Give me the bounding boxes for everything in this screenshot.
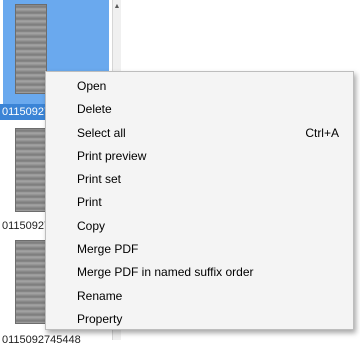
- menu-item-label: Open: [77, 79, 107, 93]
- context-menu: Open Delete Select all Ctrl+A Print prev…: [45, 71, 354, 330]
- menu-item-label: Rename: [77, 288, 123, 303]
- menu-item-open[interactable]: Open: [46, 75, 353, 98]
- menu-item-label: Print set: [77, 172, 122, 187]
- menu-item-label: Select all: [77, 125, 126, 140]
- menu-item-label: Print preview: [77, 148, 147, 163]
- thumbnail-caption-3[interactable]: 0115092745448: [0, 332, 112, 348]
- menu-item-print-preview[interactable]: Print preview: [46, 145, 353, 168]
- menu-item-label: Print: [77, 195, 102, 210]
- document-page-preview: [15, 4, 47, 94]
- menu-item-merge-pdf[interactable]: Merge PDF: [46, 238, 353, 261]
- menu-item-label: Property: [77, 311, 123, 326]
- menu-item-shortcut: Ctrl+A: [305, 125, 339, 140]
- scroll-up-arrow-icon[interactable]: ▲: [113, 0, 121, 14]
- menu-item-label: Copy: [77, 218, 106, 233]
- menu-item-property[interactable]: Property: [46, 308, 353, 331]
- menu-item-rename[interactable]: Rename: [46, 285, 353, 308]
- menu-item-print-set[interactable]: Print set: [46, 168, 353, 191]
- menu-item-label: Merge PDF: [77, 242, 139, 257]
- menu-item-delete[interactable]: Delete: [46, 98, 353, 121]
- menu-item-select-all[interactable]: Select all Ctrl+A: [46, 122, 353, 145]
- menu-item-label: Delete: [77, 102, 112, 117]
- menu-item-label: Merge PDF in named suffix order: [77, 265, 254, 280]
- menu-item-copy[interactable]: Copy: [46, 215, 353, 238]
- document-page-preview: [15, 240, 47, 324]
- document-page-preview: [15, 128, 47, 212]
- menu-item-print[interactable]: Print: [46, 191, 353, 214]
- menu-item-merge-pdf-named-suffix[interactable]: Merge PDF in named suffix order: [46, 261, 353, 284]
